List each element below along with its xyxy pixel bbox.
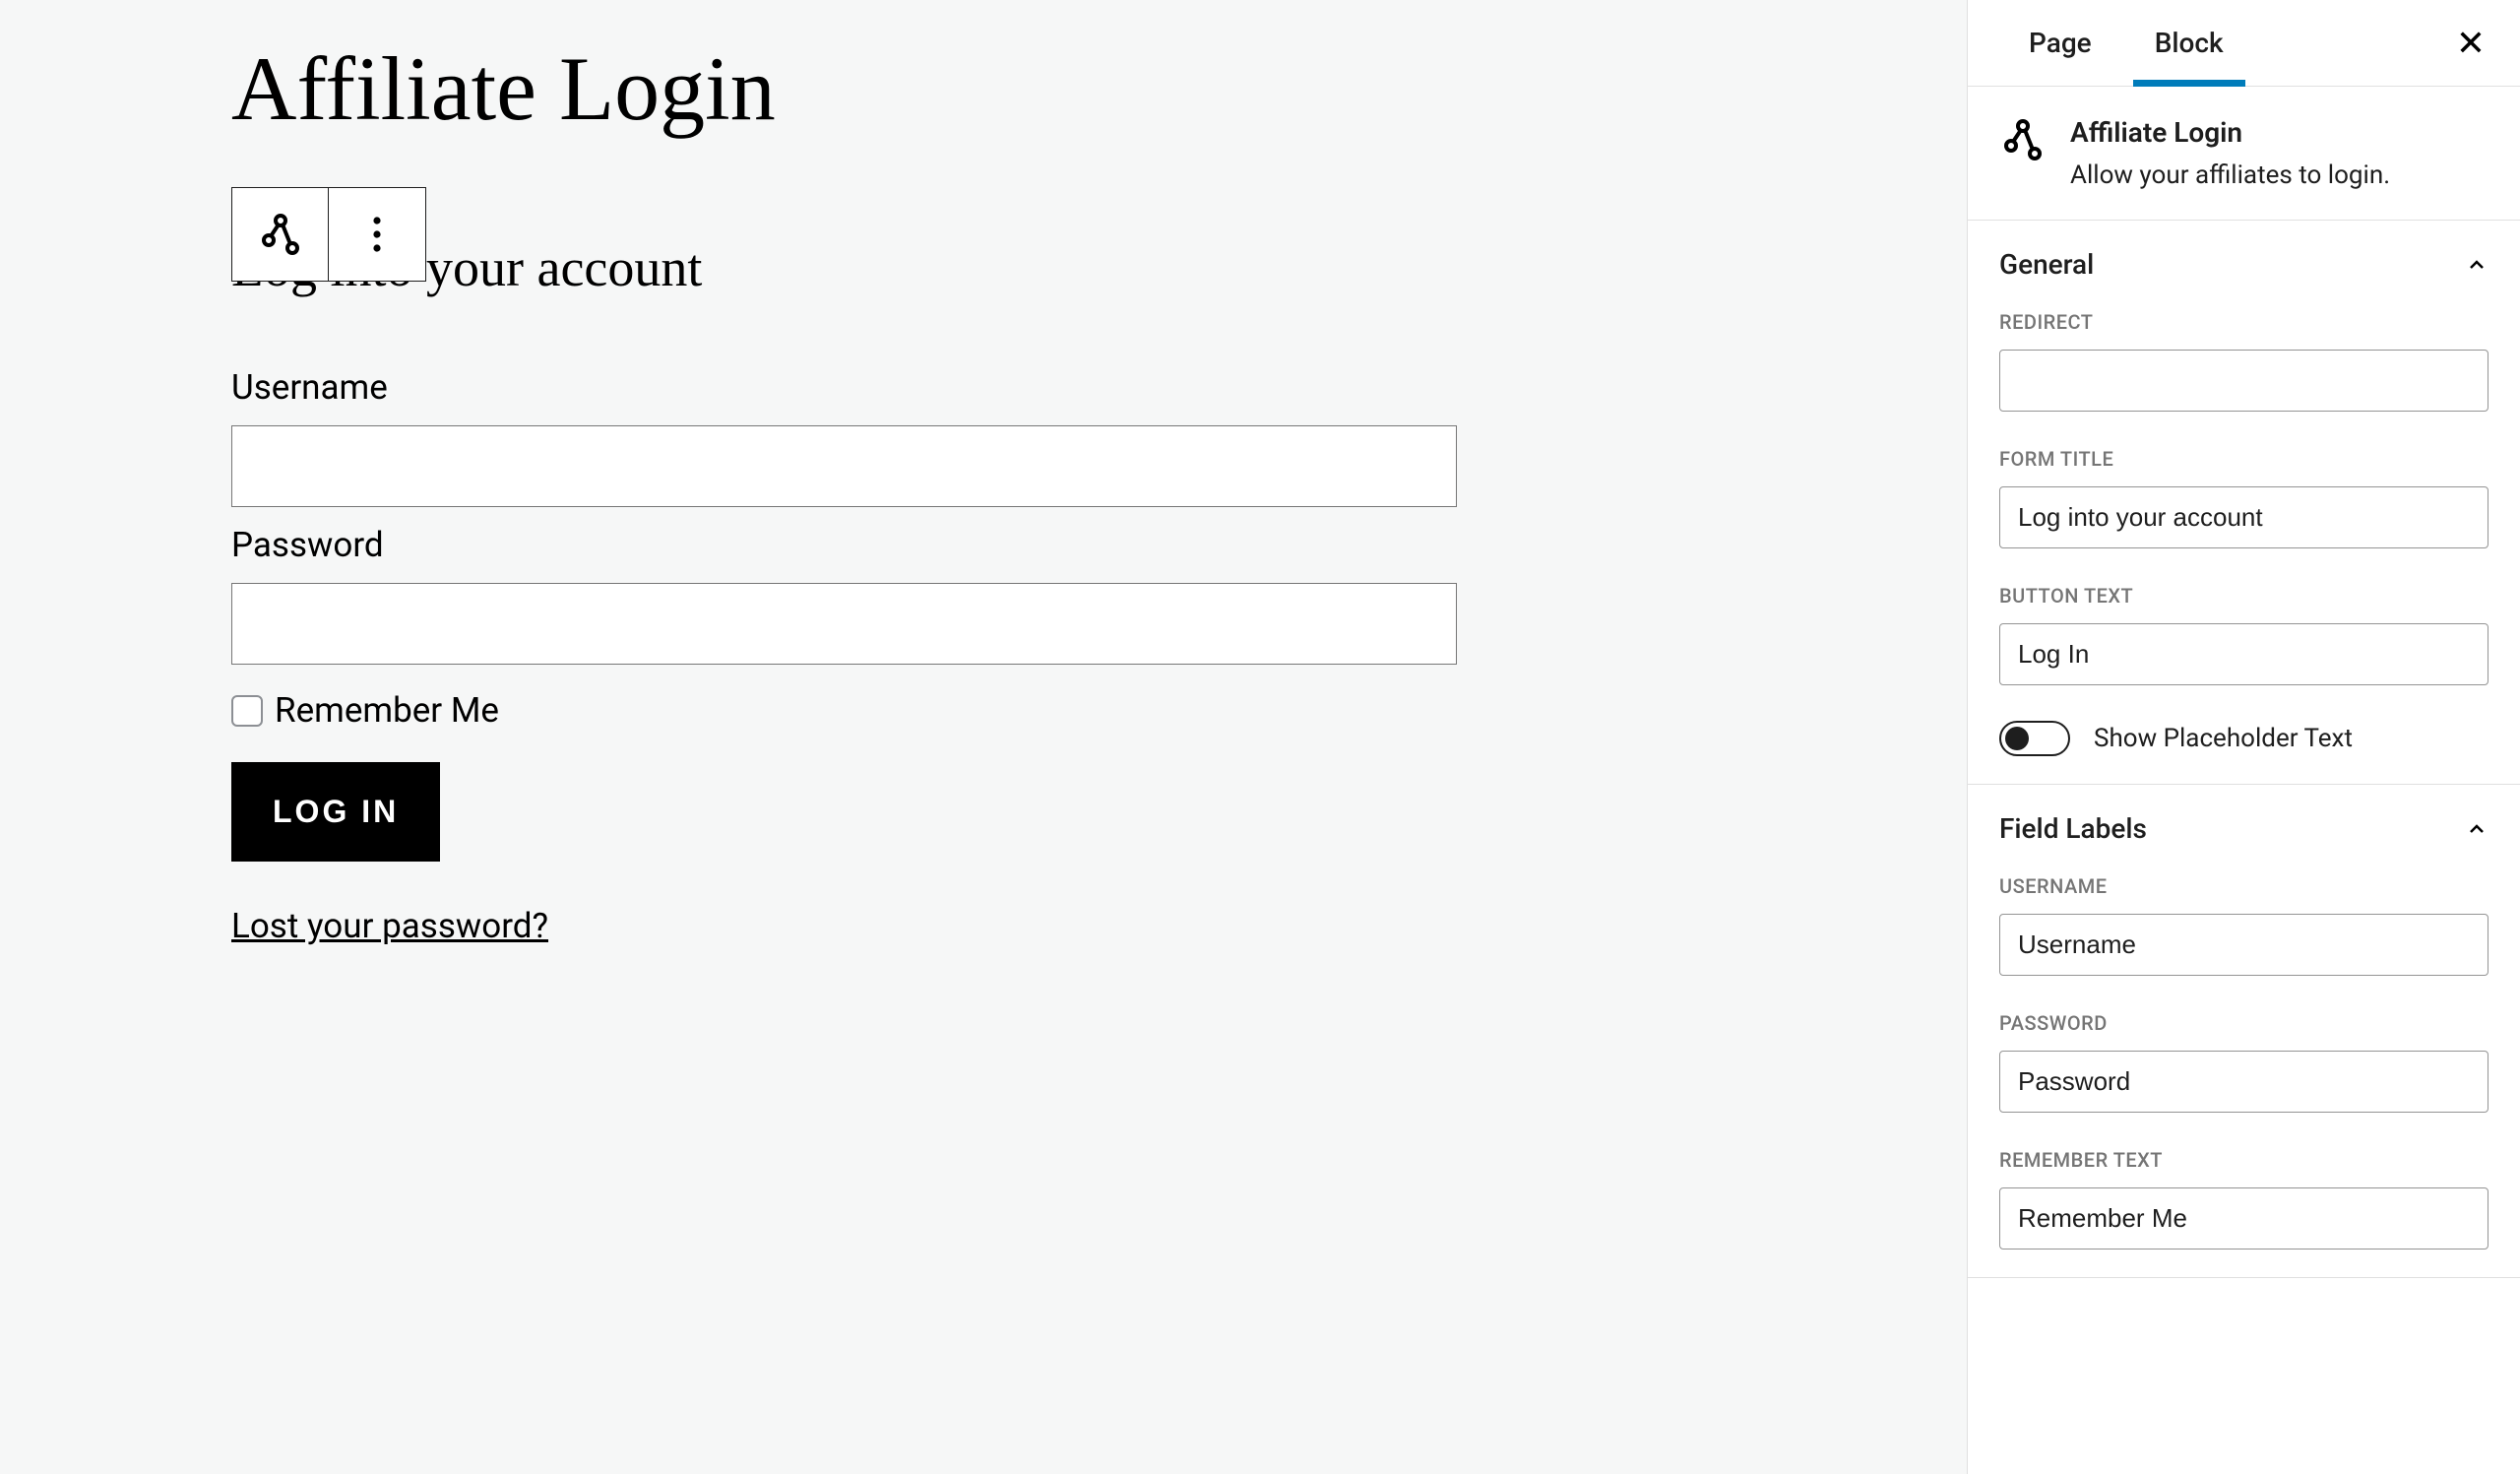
more-options-button[interactable] <box>329 188 425 281</box>
panel-field-labels-title: Field Labels <box>1999 812 2147 845</box>
remember-row: Remember Me <box>231 690 1457 731</box>
sidebar-tabs: Page Block ✕ <box>1968 0 2520 87</box>
block-info-text: Affiliate Login Allow your affiliates to… <box>2070 116 2390 190</box>
block-info-title: Affiliate Login <box>2070 116 2390 149</box>
more-vertical-icon <box>353 211 401 258</box>
block-icon-button[interactable] <box>232 188 329 281</box>
editor-canvas: Affiliate Login Log into <box>0 0 1967 1474</box>
close-icon: ✕ <box>2456 23 2486 64</box>
username-field-input[interactable] <box>1999 914 2488 976</box>
tab-page[interactable]: Page <box>1997 0 2123 87</box>
tab-block[interactable]: Block <box>2123 0 2255 87</box>
block-info-description: Allow your affiliates to login. <box>2070 160 2390 190</box>
panel-general: General REDIRECT FORM TITLE BUTTON TEXT <box>1968 221 2520 785</box>
remember-field-input[interactable] <box>1999 1187 2488 1250</box>
field-redirect: REDIRECT <box>1999 310 2488 412</box>
panel-field-labels-body: USERNAME PASSWORD REMEMBER TEXT <box>1999 874 2488 1250</box>
panel-general-body: REDIRECT FORM TITLE BUTTON TEXT Show Pla… <box>1999 310 2488 756</box>
page-title: Affiliate Login <box>231 39 1457 139</box>
remember-checkbox[interactable] <box>231 695 263 727</box>
button-text-label: BUTTON TEXT <box>1999 584 2488 608</box>
show-placeholder-toggle[interactable] <box>1999 721 2070 756</box>
password-field-input[interactable] <box>1999 1051 2488 1113</box>
block-info: Affiliate Login Allow your affiliates to… <box>1968 87 2520 221</box>
panel-general-header[interactable]: General <box>1999 248 2488 281</box>
field-button-text: BUTTON TEXT <box>1999 584 2488 685</box>
close-sidebar-button[interactable]: ✕ <box>2451 24 2490 63</box>
field-password-label: PASSWORD <box>1999 1011 2488 1113</box>
block-toolbar <box>231 187 426 282</box>
field-form-title: FORM TITLE <box>1999 447 2488 548</box>
field-username-label: USERNAME <box>1999 874 2488 976</box>
lost-password-link[interactable]: Lost your password? <box>231 906 548 946</box>
redirect-label: REDIRECT <box>1999 310 2488 334</box>
chevron-up-icon <box>2465 253 2488 277</box>
password-label: Password <box>231 525 1457 565</box>
toggle-knob <box>2005 727 2029 750</box>
username-input[interactable] <box>231 425 1457 507</box>
password-input[interactable] <box>231 583 1457 665</box>
remember-field-label: REMEMBER TEXT <box>1999 1148 2488 1172</box>
username-label: Username <box>231 367 1457 408</box>
redirect-input[interactable] <box>1999 350 2488 412</box>
toggle-placeholder-row: Show Placeholder Text <box>1999 721 2488 756</box>
affiliate-icon <box>257 211 304 258</box>
button-text-input[interactable] <box>1999 623 2488 685</box>
login-button[interactable]: LOG IN <box>231 762 440 862</box>
affiliate-icon <box>1999 116 2047 163</box>
password-field-label: PASSWORD <box>1999 1011 2488 1035</box>
form-title-input[interactable] <box>1999 486 2488 548</box>
content-area: Affiliate Login Log into <box>0 0 1457 946</box>
username-field-label: USERNAME <box>1999 874 2488 898</box>
settings-sidebar: Page Block ✕ Affiliate Login Allow your … <box>1967 0 2520 1474</box>
field-remember-label: REMEMBER TEXT <box>1999 1148 2488 1250</box>
panel-field-labels-header[interactable]: Field Labels <box>1999 812 2488 845</box>
chevron-up-icon <box>2465 817 2488 841</box>
remember-label: Remember Me <box>275 690 499 731</box>
show-placeholder-label: Show Placeholder Text <box>2094 724 2353 753</box>
form-title-label: FORM TITLE <box>1999 447 2488 471</box>
panel-field-labels: Field Labels USERNAME PASSWORD REMEMBER … <box>1968 785 2520 1278</box>
panel-general-title: General <box>1999 248 2094 281</box>
